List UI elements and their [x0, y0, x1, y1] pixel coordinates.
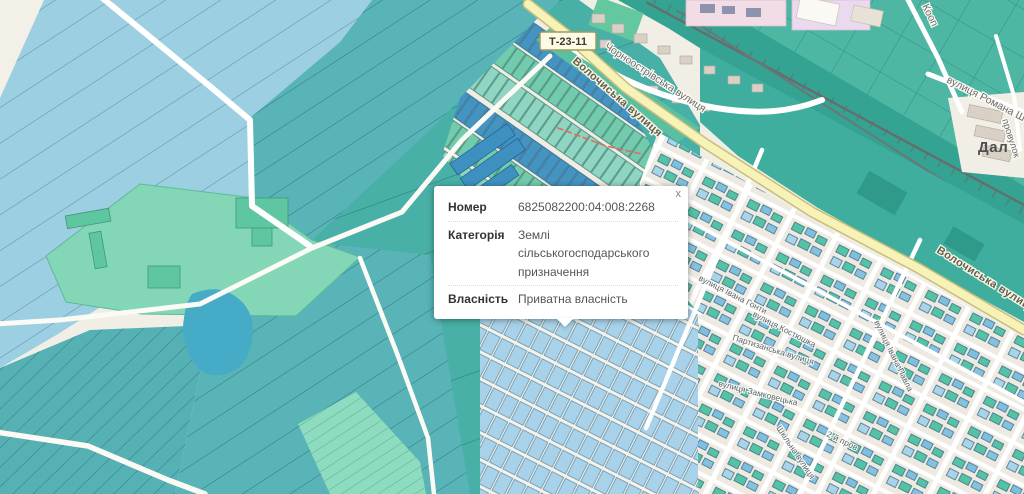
popup-row-label: Номер: [448, 198, 514, 217]
popup-row-label: Категорія: [448, 226, 514, 282]
popup-row-label: Власність: [448, 290, 514, 309]
parcel-number-value: 6825082200:04:008:2268: [518, 198, 678, 217]
cadastral-map-viewer: Чорноострівська вулиця Волочиська вулиця…: [0, 0, 1024, 494]
route-badge-label: Т-23-11: [549, 36, 587, 48]
parcel-info-popup: x Номер 6825082200:04:008:2268 Категорія…: [434, 186, 688, 319]
place-label-dal: Дал: [978, 139, 1008, 156]
popup-row-ownership: Власність Приватна власність: [448, 285, 678, 313]
parcel-category-value: Землі сільськогосподарського призначення: [518, 226, 678, 282]
close-icon[interactable]: x: [676, 189, 682, 200]
popup-row-category: Категорія Землі сільськогосподарського п…: [448, 221, 678, 286]
popup-row-number: Номер 6825082200:04:008:2268: [448, 194, 678, 221]
parcel-ownership-value: Приватна власність: [518, 290, 678, 309]
popup-pointer: [556, 318, 574, 327]
route-badge: Т-23-11: [540, 32, 596, 50]
